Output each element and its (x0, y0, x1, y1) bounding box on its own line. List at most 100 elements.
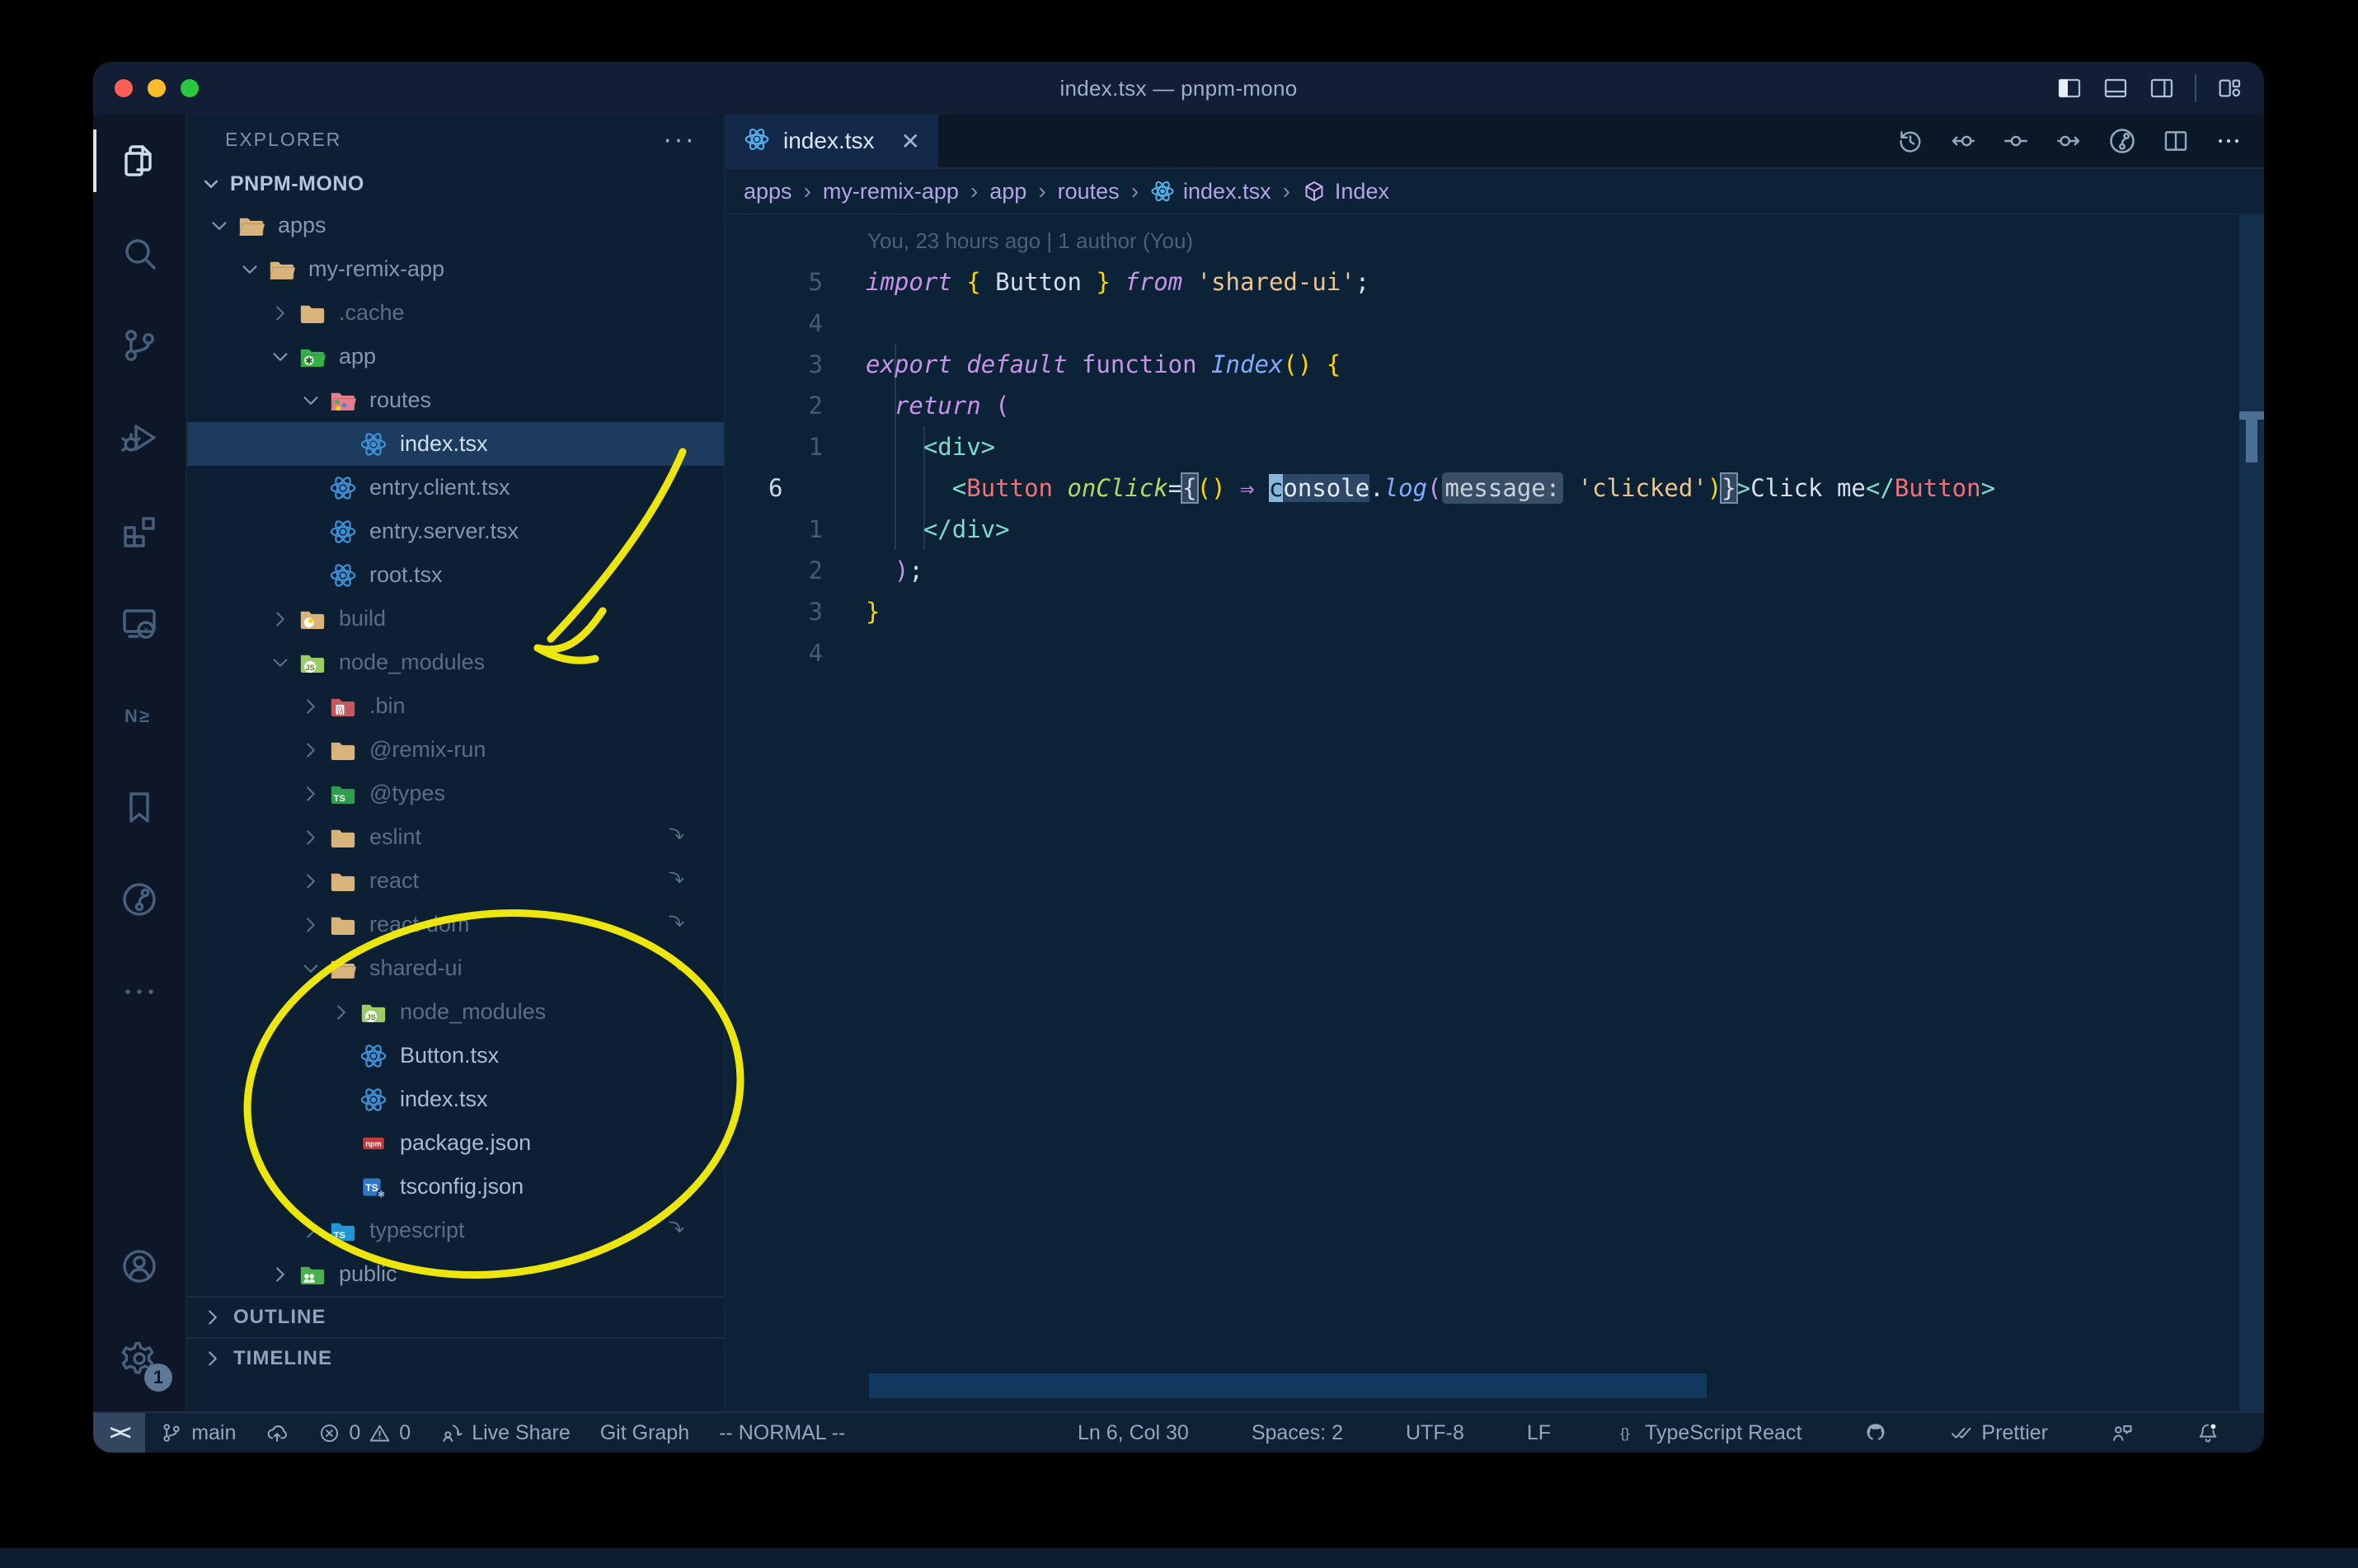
breadcrumb-apps[interactable]: apps (744, 179, 792, 204)
current-change-icon[interactable] (2002, 127, 2030, 155)
toggle-secondary-sidebar-icon[interactable] (2149, 75, 2175, 101)
status-github[interactable] (1849, 1413, 1902, 1453)
breadcrumb-my-remix-app[interactable]: my-remix-app (823, 179, 959, 204)
status-encoding[interactable]: UTF-8 (1391, 1413, 1479, 1453)
tree-item--bin[interactable]: 01 10 .bin (187, 684, 724, 728)
code-line[interactable]: 4 (726, 632, 2264, 674)
scrollbar-thumb[interactable] (2246, 420, 2257, 462)
status-live-share[interactable]: Live Share (425, 1413, 585, 1453)
tree-item-shared-ui[interactable]: shared-ui (187, 946, 724, 990)
tree-item-package-json[interactable]: npm package.json (187, 1121, 724, 1165)
tree-item-tsconfig-json[interactable]: TS ✱ tsconfig.json (187, 1165, 724, 1209)
code-line[interactable]: 1 </div> (726, 509, 2264, 550)
tree-item-entry-server-tsx[interactable]: entry.server.tsx (187, 509, 724, 553)
breadcrumb-index[interactable]: Index (1302, 179, 1389, 204)
tree-item-my-remix-app[interactable]: my-remix-app (187, 247, 724, 291)
tree-item--remix-run[interactable]: @remix-run (187, 728, 724, 772)
status-cursor-position[interactable]: Ln 6, Col 30 (1063, 1413, 1204, 1453)
activity-explorer[interactable] (93, 115, 186, 207)
timeline-history-icon[interactable] (1896, 127, 1924, 155)
gitlens-graph-icon[interactable] (2107, 126, 2137, 156)
section-timeline[interactable]: TIMELINE (187, 1337, 724, 1378)
horizontal-scrollbar[interactable] (869, 1373, 1707, 1398)
activity-run-debug[interactable] (93, 392, 186, 484)
tree-item-apps[interactable]: apps (187, 204, 724, 247)
tree-item-entry-client-tsx[interactable]: entry.client.tsx (187, 466, 724, 509)
tree-item-label: app (339, 344, 377, 369)
tree-item-node-modules[interactable]: JS node_modules (187, 641, 724, 684)
status-feedback[interactable] (2096, 1413, 2149, 1453)
code-line[interactable]: 5 import { Button } from 'shared-ui'; (726, 261, 2264, 303)
vertical-scrollbar[interactable] (2239, 215, 2264, 1411)
tree-item-app[interactable]: ✱ app (187, 335, 724, 378)
code-line[interactable]: 2 ); (726, 550, 2264, 591)
activity-gitlens[interactable] (93, 853, 186, 946)
activity-accounts[interactable] (93, 1220, 186, 1312)
breadcrumb-routes[interactable]: routes (1058, 179, 1120, 204)
status-git-graph[interactable]: Git Graph (585, 1413, 704, 1453)
toggle-panel-icon[interactable] (2102, 75, 2129, 101)
status-git-branch[interactable]: main (145, 1413, 251, 1453)
code-editor[interactable]: You, 23 hours ago | 1 author (You) 5 impor… (726, 215, 2264, 1411)
split-editor-icon[interactable] (2162, 127, 2190, 155)
status-vim-mode[interactable]: -- NORMAL -- (704, 1413, 860, 1453)
code-line[interactable]: 2 return ( (726, 385, 2264, 426)
activity-nx-console[interactable]: N ≥ (93, 669, 186, 761)
tab-index-tsx[interactable]: index.tsx ✕ (726, 115, 938, 167)
tree-item-eslint[interactable]: eslint (187, 815, 724, 859)
breadcrumb-label: routes (1057, 178, 1120, 204)
tree-item-index-tsx[interactable]: index.tsx (187, 422, 724, 466)
breadcrumb-index-tsx[interactable]: index.tsx (1150, 179, 1271, 204)
tree-item-node-modules[interactable]: JS node_modules (187, 990, 724, 1034)
explorer-more-actions[interactable]: ··· (663, 124, 696, 156)
tree-item-root-tsx[interactable]: root.tsx (187, 553, 724, 597)
activity-bookmarks[interactable] (93, 761, 186, 853)
activity-search[interactable] (93, 207, 186, 299)
file-react-icon (355, 430, 392, 458)
activity-extensions[interactable] (93, 484, 186, 576)
tree-item-react[interactable]: react (187, 859, 724, 903)
tree-item--types[interactable]: TS @types (187, 772, 724, 815)
workspace-root-row[interactable]: PNPM-MONO (187, 164, 724, 204)
activity-settings[interactable]: 1 (93, 1312, 186, 1405)
tree-item-index-tsx[interactable]: index.tsx (187, 1077, 724, 1121)
close-tab-icon[interactable]: ✕ (901, 128, 920, 155)
toggle-primary-sidebar-icon[interactable] (2056, 75, 2083, 101)
close-window-button[interactable] (115, 79, 133, 97)
status-notifications[interactable] (2182, 1413, 2234, 1453)
next-change-icon[interactable] (2055, 127, 2083, 155)
code-line[interactable]: 3 export default function Index() { (726, 344, 2264, 385)
status-problems[interactable]: 00 (303, 1413, 425, 1453)
status-eol[interactable]: LF (1512, 1413, 1566, 1453)
activity-source-control[interactable] (93, 299, 186, 392)
section-outline[interactable]: OUTLINE (187, 1296, 724, 1337)
status-remote-indicator[interactable]: >< (93, 1413, 146, 1453)
previous-change-icon[interactable] (1949, 127, 1977, 155)
breadcrumb-separator: › (1130, 178, 1139, 204)
code-line[interactable]: 4 (726, 303, 2264, 344)
tree-item-react-dom[interactable]: react-dom (187, 903, 724, 946)
code-line[interactable]: 6 <Button onClick={() ⇒ console.log(mess… (726, 467, 2264, 509)
folder-tan-icon (325, 824, 361, 852)
status-indentation[interactable]: Spaces: 2 (1237, 1413, 1358, 1453)
tree-item-button-tsx[interactable]: Button.tsx (187, 1034, 724, 1077)
tree-item-routes[interactable]: routes (187, 378, 724, 422)
zoom-window-button[interactable] (181, 79, 199, 97)
code-line[interactable]: 1 <div> (726, 426, 2264, 467)
tree-item-public[interactable]: public (187, 1252, 724, 1296)
status-prettier[interactable]: Prettier (1935, 1413, 2063, 1453)
status-publish-changes[interactable] (251, 1413, 303, 1453)
code-line[interactable]: 3} (726, 591, 2264, 632)
customize-layout-icon[interactable] (2216, 75, 2243, 101)
tree-item-build[interactable]: build (187, 597, 724, 641)
activity-remote-explorer[interactable]: × (93, 576, 186, 669)
more-actions-icon[interactable] (2215, 127, 2243, 155)
tree-item-typescript[interactable]: TS typescript (187, 1209, 724, 1252)
minimize-window-button[interactable] (148, 79, 166, 97)
tree-item--cache[interactable]: .cache (187, 291, 724, 335)
status-language-mode[interactable]: {} TypeScript React (1599, 1413, 1816, 1453)
activity-more[interactable] (93, 946, 186, 1038)
code-text: ); (894, 556, 923, 584)
breadcrumb-app[interactable]: app (989, 179, 1026, 204)
svg-text:JS: JS (306, 663, 315, 671)
